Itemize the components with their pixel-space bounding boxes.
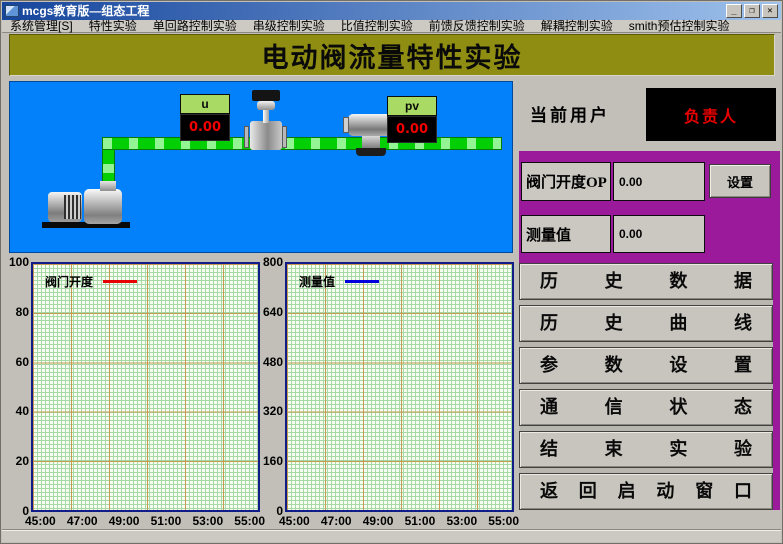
y-tick: 480 [263, 355, 283, 369]
title-bar: mcgs教育版—组态工程 _ ❐ ✕ [2, 2, 781, 20]
pipe-horizontal [102, 137, 502, 150]
pump-motor-fins [64, 195, 81, 219]
valve-disc [257, 101, 275, 110]
pv-display: pv 0.00 [387, 96, 437, 143]
y-tick: 20 [16, 454, 29, 468]
y-tick: 320 [263, 404, 283, 418]
y-tick: 40 [16, 404, 29, 418]
history-curve-button[interactable]: 历 史 曲 线 [519, 305, 773, 342]
x-tick: 49:00 [363, 514, 394, 528]
y-tick: 60 [16, 355, 29, 369]
pv-display-value: 0.00 [387, 116, 437, 143]
pump-nozzle [100, 181, 116, 191]
chart2-legend-label: 测量值 [299, 273, 335, 290]
minimize-button[interactable]: _ [726, 4, 742, 18]
flowmeter-mount [362, 136, 380, 148]
menu-system-management[interactable]: 系统管理[S] [2, 20, 81, 33]
communication-status-button[interactable]: 通 信 状 态 [519, 389, 773, 426]
y-tick: 640 [263, 305, 283, 319]
valve-stem [263, 109, 269, 123]
u-display-label: u [180, 94, 230, 114]
x-tick: 53:00 [446, 514, 477, 528]
valve-opening-op-label: 阀门开度OP [521, 162, 611, 201]
flowmeter-cap-left [343, 117, 349, 133]
process-diagram: u 0.00 pv 0.00 [9, 81, 513, 253]
control-valve-icon [250, 121, 282, 150]
x-tick: 53:00 [192, 514, 223, 528]
x-tick: 47:00 [67, 514, 98, 528]
action-button-block: 历 史 数 据 历 史 曲 线 参 数 设 置 通 信 状 态 结 束 实 验 … [519, 263, 773, 510]
chart1-y-axis: 100 80 60 40 20 0 [3, 255, 29, 518]
chart1-legend-label: 阀门开度 [45, 273, 93, 290]
menu-feedforward-feedback-control[interactable]: 前馈反馈控制实验 [421, 20, 533, 33]
x-tick: 45:00 [279, 514, 310, 528]
y-tick: 100 [9, 255, 29, 269]
window-title: mcgs教育版—组态工程 [22, 2, 724, 20]
current-user-label: 当前用户 [530, 101, 610, 126]
close-icon: ✕ [767, 6, 772, 16]
menu-single-loop-control[interactable]: 单回路控制实验 [145, 20, 245, 33]
u-display: u 0.00 [180, 94, 230, 141]
y-tick: 160 [263, 454, 283, 468]
menu-smith-predictive-control[interactable]: smith预估控制实验 [621, 20, 738, 33]
x-tick: 47:00 [321, 514, 352, 528]
valve-flange-left [244, 126, 249, 148]
valve-opening-trend-chart: 阀门开度 [31, 262, 260, 512]
control-panel: 阀门开度OP 0.00 设置 测量值 0.00 历 史 数 据 历 史 曲 线 … [519, 151, 780, 510]
red-line-icon [103, 280, 137, 283]
page-title: 电动阀流量特性实验 [262, 36, 523, 75]
pump-icon [84, 189, 122, 224]
chart2-legend: 测量值 [299, 273, 379, 290]
history-data-button[interactable]: 历 史 数 据 [519, 263, 773, 300]
status-bar [2, 529, 781, 542]
measured-value-display: 0.00 [613, 215, 705, 253]
x-tick: 51:00 [405, 514, 436, 528]
app-icon [5, 5, 19, 17]
x-tick: 45:00 [25, 514, 56, 528]
restore-icon: ❐ [749, 6, 754, 16]
valve-actuator-cap [252, 90, 280, 101]
chart1-legend: 阀门开度 [45, 273, 137, 290]
parameter-settings-button[interactable]: 参 数 设 置 [519, 347, 773, 384]
menu-cascade-control[interactable]: 串级控制实验 [245, 20, 333, 33]
u-display-value: 0.00 [180, 114, 230, 141]
current-user-value: 负责人 [684, 103, 738, 127]
close-button[interactable]: ✕ [762, 4, 778, 18]
end-experiment-button[interactable]: 结 束 实 验 [519, 431, 773, 468]
set-button[interactable]: 设置 [709, 164, 771, 198]
blue-line-icon [345, 280, 379, 283]
chart1-x-axis: 45:00 47:00 49:00 51:00 53:00 55:00 [25, 514, 265, 528]
current-user-box: 负责人 [646, 88, 776, 141]
flowmeter-feet [356, 148, 386, 156]
minimize-icon: _ [731, 6, 736, 16]
menu-ratio-control[interactable]: 比值控制实验 [333, 20, 421, 33]
pv-display-label: pv [387, 96, 437, 116]
valve-opening-op-input[interactable]: 0.00 [613, 162, 705, 201]
restore-button[interactable]: ❐ [744, 4, 760, 18]
valve-flange-right [282, 126, 287, 148]
menu-decoupling-control[interactable]: 解耦控制实验 [533, 20, 621, 33]
x-tick: 49:00 [109, 514, 140, 528]
menu-bar: 系统管理[S] 特性实验 单回路控制实验 串级控制实验 比值控制实验 前馈反馈控… [2, 20, 781, 33]
return-start-window-button[interactable]: 返 回 启 动 窗 口 [519, 473, 773, 510]
chart2-x-axis: 45:00 47:00 49:00 51:00 53:00 55:00 [279, 514, 519, 528]
chart2-y-axis: 800 640 480 320 160 0 [257, 255, 283, 518]
y-tick: 800 [263, 255, 283, 269]
x-tick: 55:00 [488, 514, 519, 528]
app-window: mcgs教育版—组态工程 _ ❐ ✕ 系统管理[S] 特性实验 单回路控制实验 … [0, 0, 783, 544]
menu-characteristic-experiment[interactable]: 特性实验 [81, 20, 145, 33]
x-tick: 51:00 [151, 514, 182, 528]
y-tick: 80 [16, 305, 29, 319]
experiment-title-banner: 电动阀流量特性实验 [9, 34, 775, 76]
measured-value-label: 测量值 [521, 215, 611, 253]
measured-value-trend-chart: 测量值 [285, 262, 514, 512]
